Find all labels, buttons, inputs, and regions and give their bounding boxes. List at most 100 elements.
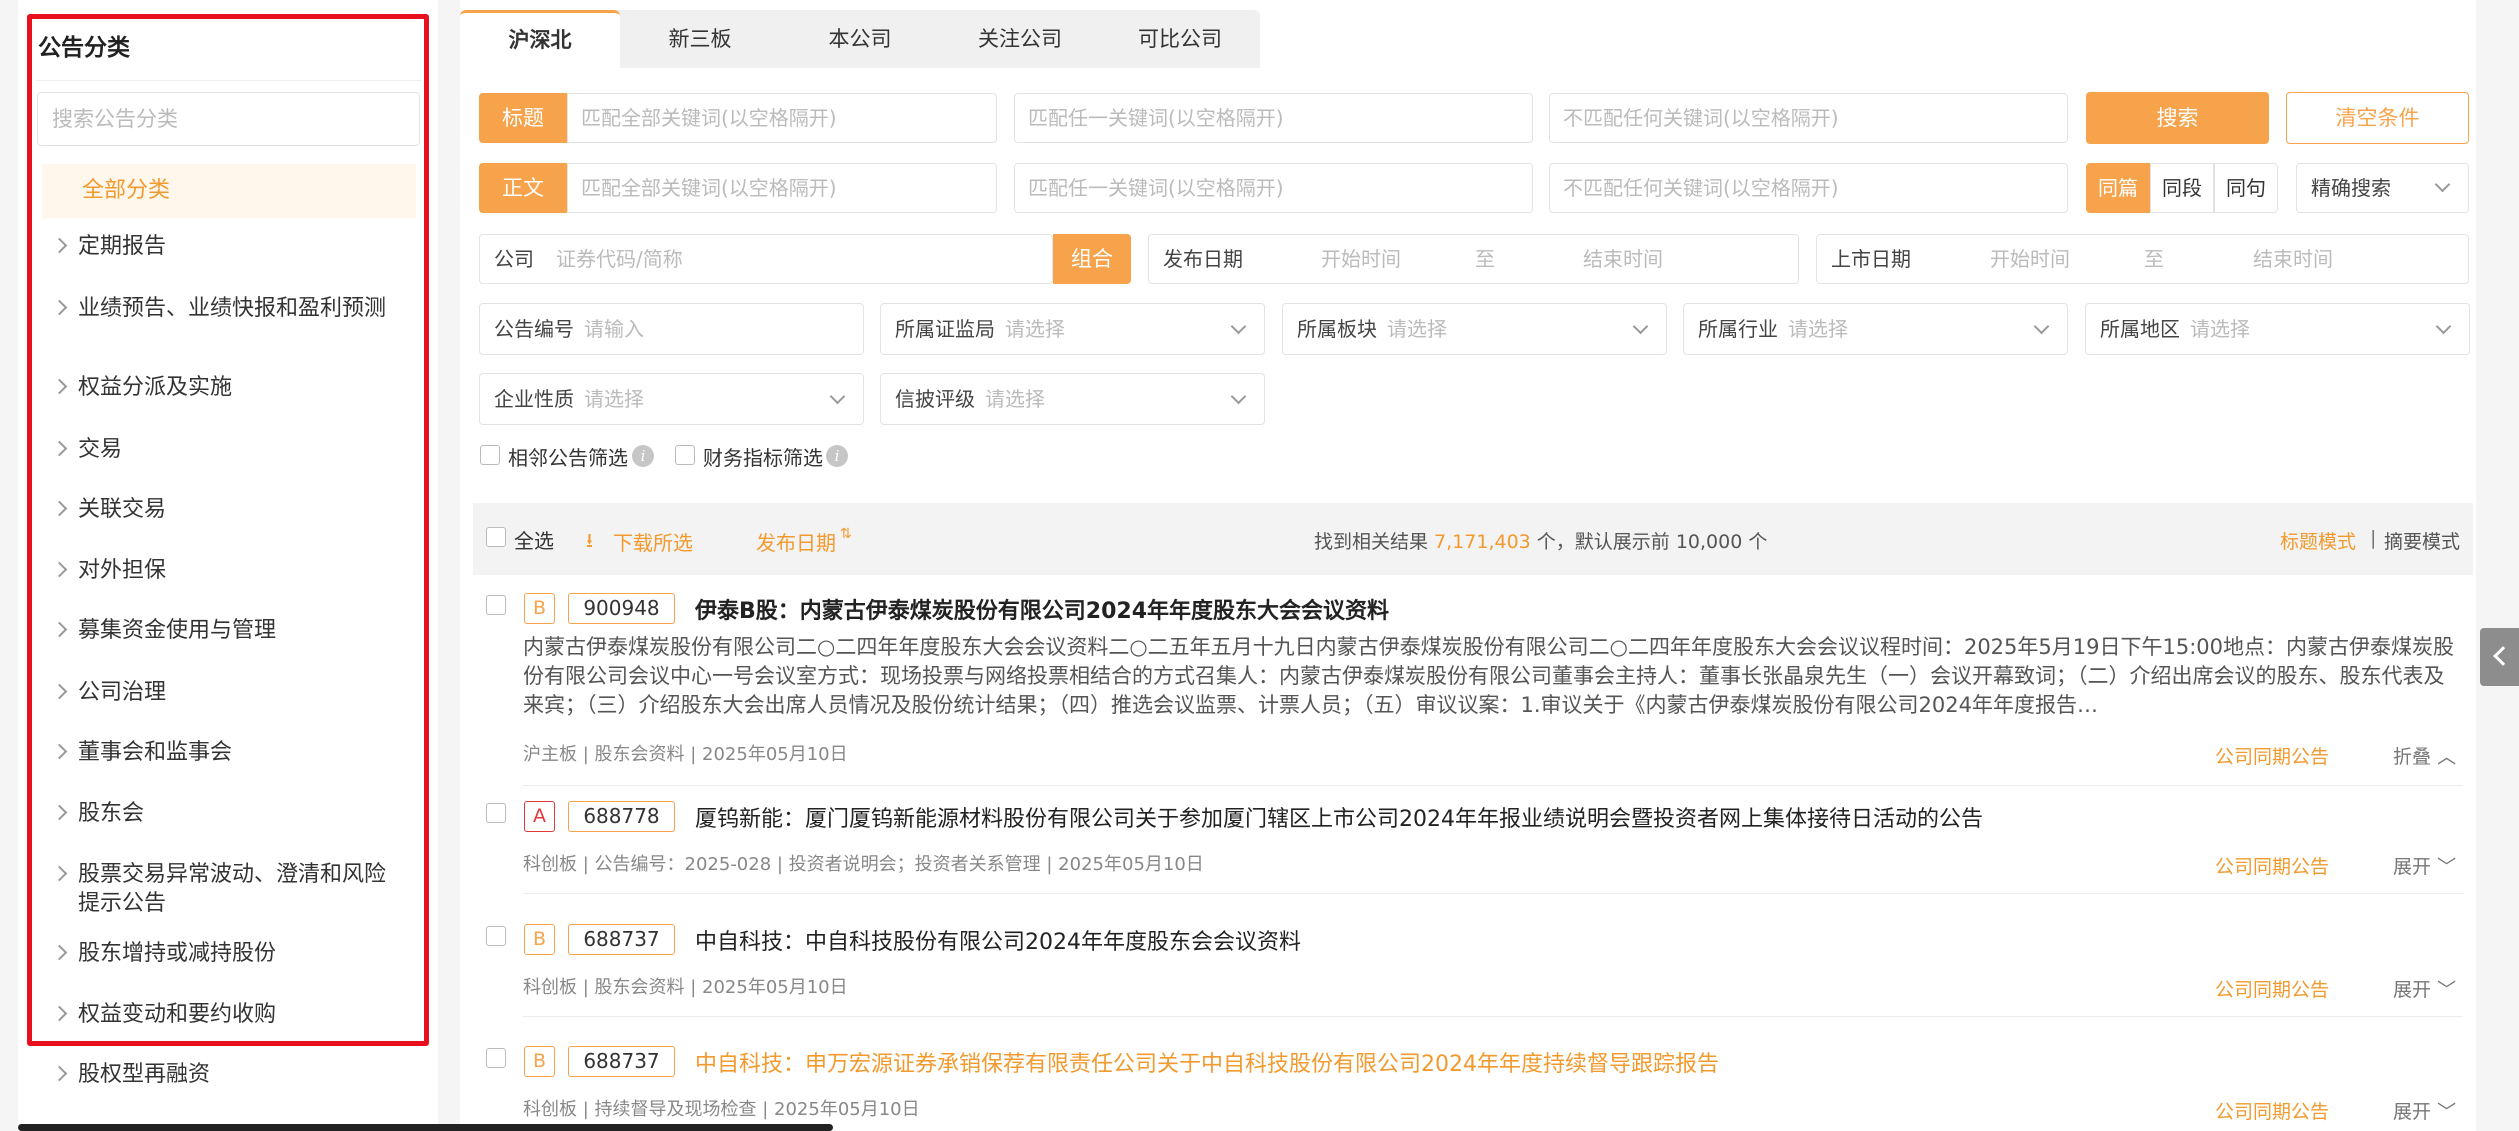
adjacent-filter-label: 相邻公告筛选 — [508, 446, 628, 470]
body-match-any-input[interactable]: 匹配任一关键词(以空格隔开) — [1014, 163, 1533, 213]
scope-same-sentence[interactable]: 同句 — [2214, 163, 2278, 213]
tab-xinsanban[interactable]: 新三板 — [620, 10, 780, 68]
tab-comparable-companies[interactable]: 可比公司 — [1100, 10, 1260, 68]
company-field[interactable]: 公司 证券代码/简称 — [479, 234, 1053, 284]
rating-label: 信披评级 — [895, 387, 975, 411]
chevron-right-icon — [51, 237, 68, 254]
industry-select[interactable]: 所属行业 请选择 — [1683, 303, 2068, 355]
finance-filter-checkbox[interactable] — [675, 445, 695, 465]
sidebar-item[interactable]: 对外担保 — [42, 556, 412, 585]
info-icon[interactable]: i — [632, 445, 654, 467]
expand-toggle[interactable]: 展开 ﹀ — [2393, 975, 2456, 1002]
chevron-right-icon — [51, 944, 68, 961]
sidebar-item[interactable]: 股权型再融资 — [42, 1060, 412, 1089]
result-checkbox[interactable] — [486, 803, 506, 823]
scope-same-article[interactable]: 同篇 — [2086, 163, 2150, 213]
side-panel-toggle[interactable] — [2480, 628, 2519, 686]
horizontal-scrollbar[interactable] — [18, 1124, 833, 1131]
sidebar-item-label: 对外担保 — [78, 558, 167, 583]
collapse-toggle[interactable]: 折叠 ︿ — [2393, 742, 2456, 769]
stock-code[interactable]: 900948 — [568, 593, 675, 624]
disclosure-rating-select[interactable]: 信披评级 请选择 — [880, 373, 1265, 425]
category-search-input[interactable]: 搜索公告分类 — [37, 92, 420, 146]
adjacent-filter-checkbox[interactable] — [480, 445, 500, 465]
expand-toggle[interactable]: 展开 ﹀ — [2393, 1097, 2456, 1124]
combo-button[interactable]: 组合 — [1053, 234, 1131, 284]
toggle-label: 折叠 — [2393, 746, 2432, 768]
stock-code[interactable]: 688737 — [568, 1046, 675, 1077]
result-meta: 科创板 | 持续督导及现场检查 | 2025年05月10日 — [523, 1099, 920, 1120]
body-match-none-input[interactable]: 不匹配任何关键词(以空格隔开) — [1549, 163, 2068, 213]
publish-start-input[interactable]: 开始时间 — [1321, 235, 1401, 283]
result-checkbox[interactable] — [486, 926, 506, 946]
select-all-checkbox[interactable] — [486, 527, 506, 547]
board-select[interactable]: 所属板块 请选择 — [1282, 303, 1667, 355]
listing-end-input[interactable]: 结束时间 — [2253, 235, 2333, 283]
publish-date-range[interactable]: 发布日期 开始时间 至 结束时间 — [1148, 234, 1799, 284]
sidebar-item[interactable]: 定期报告 — [42, 232, 412, 261]
search-button[interactable]: 搜索 — [2086, 92, 2269, 144]
title-keyword-label[interactable]: 标题 — [479, 93, 567, 143]
title-match-any-input[interactable]: 匹配任一关键词(以空格隔开) — [1014, 93, 1533, 143]
chevron-right-icon — [51, 865, 68, 882]
result-title[interactable]: 伊泰B股：内蒙古伊泰煤炭股份有限公司2024年年度股东大会会议资料 — [695, 593, 1389, 625]
sort-icon[interactable]: ⇅ — [840, 526, 852, 542]
listing-start-input[interactable]: 开始时间 — [1990, 235, 2070, 283]
stock-code[interactable]: 688778 — [568, 801, 675, 832]
sidebar-item[interactable]: 权益变动和要约收购 — [42, 1000, 412, 1029]
sidebar-item[interactable]: 交易 — [42, 435, 412, 464]
chevron-right-icon — [51, 378, 68, 395]
sidebar-item[interactable]: 股东会 — [42, 799, 412, 828]
company-input[interactable]: 证券代码/简称 — [556, 235, 683, 283]
tab-followed-companies[interactable]: 关注公司 — [940, 10, 1100, 68]
download-selected-link[interactable]: 下载所选 — [613, 527, 693, 556]
stock-code[interactable]: 688737 — [568, 924, 675, 955]
precision-select[interactable]: 精确搜索 — [2296, 163, 2469, 213]
select-all-label[interactable]: 全选 — [514, 525, 554, 554]
abstract-mode-button[interactable]: 摘要模式 — [2384, 527, 2460, 554]
sidebar-item[interactable]: 董事会和监事会 — [42, 738, 412, 767]
sidebar-item[interactable]: 业绩预告、业绩快报和盈利预测 — [42, 294, 412, 323]
divider — [523, 785, 2463, 786]
download-icon[interactable]: ⭳ — [586, 526, 593, 560]
chevron-down-icon — [1230, 318, 1247, 335]
clear-conditions-button[interactable]: 清空条件 — [2286, 92, 2469, 144]
result-checkbox[interactable] — [486, 1048, 506, 1068]
title-mode-button[interactable]: 标题模式 — [2280, 527, 2356, 554]
title-match-all-input[interactable]: 匹配全部关键词(以空格隔开) — [567, 93, 997, 143]
result-title[interactable]: 中自科技：中自科技股份有限公司2024年年度股东会会议资料 — [695, 924, 1301, 956]
ownership-select[interactable]: 企业性质 请选择 — [479, 373, 864, 425]
expand-toggle[interactable]: 展开 ﹀ — [2393, 852, 2456, 879]
sidebar-item[interactable]: 关联交易 — [42, 495, 412, 524]
same-period-link[interactable]: 公司同期公告 — [2215, 1097, 2329, 1124]
publish-end-input[interactable]: 结束时间 — [1583, 235, 1663, 283]
notice-number-input[interactable]: 请输入 — [584, 304, 644, 354]
chevron-right-icon — [51, 500, 68, 517]
result-title[interactable]: 中自科技：申万宏源证券承销保荐有限责任公司关于中自科技股份有限公司2024年年度… — [695, 1046, 1719, 1078]
info-icon[interactable]: i — [826, 445, 848, 467]
notice-number-field[interactable]: 公告编号 请输入 — [479, 303, 864, 355]
same-period-link[interactable]: 公司同期公告 — [2215, 975, 2329, 1002]
sidebar-item[interactable]: 股东增持或减持股份 — [42, 939, 412, 968]
result-checkbox[interactable] — [486, 595, 506, 615]
same-period-link[interactable]: 公司同期公告 — [2215, 852, 2329, 879]
sidebar-item[interactable]: 公司治理 — [42, 678, 412, 707]
sort-by-date[interactable]: 发布日期 — [756, 527, 836, 556]
tab-hushenbei[interactable]: 沪深北 — [460, 10, 620, 68]
region-select[interactable]: 所属地区 请选择 — [2085, 303, 2470, 355]
chevron-down-icon: ﹀ — [2437, 856, 2457, 878]
listing-date-range[interactable]: 上市日期 开始时间 至 结束时间 — [1816, 234, 2469, 284]
result-title[interactable]: 厦钨新能：厦门厦钨新能源材料股份有限公司关于参加厦门辖区上市公司2024年年报业… — [695, 801, 1983, 833]
sidebar-item-label: 股东增持或减持股份 — [78, 941, 277, 966]
body-match-all-input[interactable]: 匹配全部关键词(以空格隔开) — [567, 163, 997, 213]
sidebar-item[interactable]: 权益分派及实施 — [42, 373, 412, 402]
body-keyword-label[interactable]: 正文 — [479, 163, 567, 213]
tab-own-company[interactable]: 本公司 — [780, 10, 940, 68]
same-period-link[interactable]: 公司同期公告 — [2215, 742, 2329, 769]
title-match-none-input[interactable]: 不匹配任何关键词(以空格隔开) — [1549, 93, 2068, 143]
regulator-select[interactable]: 所属证监局 请选择 — [880, 303, 1265, 355]
sidebar-item-all[interactable]: 全部分类 — [42, 164, 416, 218]
scope-same-paragraph[interactable]: 同段 — [2150, 163, 2214, 213]
sidebar-item[interactable]: 股票交易异常波动、澄清和风险提示公告 — [42, 860, 412, 918]
sidebar-item[interactable]: 募集资金使用与管理 — [42, 616, 412, 645]
